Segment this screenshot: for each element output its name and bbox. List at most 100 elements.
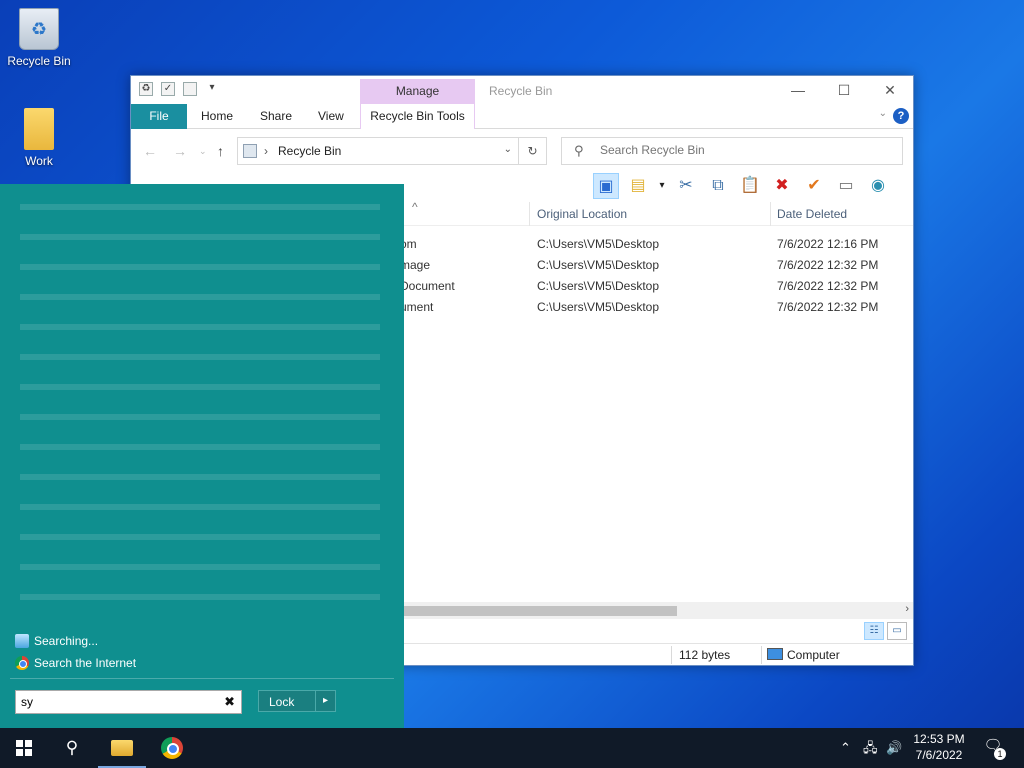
item-date: 7/6/2022 12:32 PM [777,300,879,314]
search-box[interactable]: ⚲ [561,137,903,165]
folder-icon [111,740,133,756]
item-date: 7/6/2022 12:32 PM [777,279,879,293]
search-icon: ⚲ [65,738,79,757]
check-icon[interactable]: ✔ [801,173,827,199]
start-menu: Searching... Search the Internet ✖ Lock … [0,184,404,728]
item-location: C:\Users\VM5\Desktop [537,300,660,314]
view-buttons: ☷ ▭ [864,622,907,640]
column-date-deleted[interactable]: Date Deleted [777,207,847,221]
lock-button[interactable]: Lock ▸ [258,690,336,712]
search-button[interactable]: ⚲ [48,728,96,768]
item-location: C:\Users\VM5\Desktop [537,237,660,251]
quick-access-toolbar: ♻ ✓ ▾ [139,82,219,96]
desktop-icon-label: Recycle Bin [7,54,71,68]
divider [10,678,394,679]
tab-home[interactable]: Home [201,104,233,129]
network-icon[interactable]: 🖧 [863,728,878,768]
help-icon[interactable]: ? [893,108,909,124]
title-bar: ♻ ✓ ▾ Manage Recycle Bin — ☐ ✕ [131,76,913,104]
start-search-box[interactable]: ✖ [15,690,242,714]
column-original-location[interactable]: Original Location [537,207,627,221]
searching-label: Searching... [34,634,99,648]
status-size: 112 bytes [679,648,731,662]
item-name: Document [400,279,455,293]
chevron-down-icon[interactable]: ⌄ [504,144,512,155]
recycle-bin-icon [19,8,59,50]
address-bar[interactable]: › Recycle Bin ⌄ [237,137,519,165]
paste-icon[interactable]: 📋 [737,173,763,199]
globe-icon[interactable]: ◉ [865,173,891,199]
volume-icon[interactable]: 🔊 [886,728,902,768]
taskbar: ⚲ ⌃ 🖧 🔊 12:53 PM 7/6/2022 🗨 1 [0,728,1024,768]
tab-file[interactable]: File [131,104,187,129]
chevron-right-icon[interactable]: ▸ [315,691,335,711]
clock-time: 12:53 PM [913,732,965,746]
sort-arrow-icon: ^ [412,200,418,214]
new-folder-icon[interactable] [183,82,197,96]
chevron-right-icon[interactable]: › [264,144,268,158]
chevron-up-icon[interactable]: ⌃ [840,728,851,768]
lock-label: Lock [269,695,295,709]
windows-logo-icon [16,740,32,756]
address-path[interactable]: Recycle Bin [278,144,341,158]
search-internet-item[interactable]: Search the Internet [15,656,136,670]
properties-icon[interactable]: ▭ [833,173,859,199]
details-view-icon[interactable]: ☷ [864,622,884,640]
status-zone: Computer [787,648,840,662]
close-button[interactable]: ✕ [867,76,913,104]
item-name: ument [400,300,434,314]
start-search-input[interactable] [21,695,216,709]
forward-arrow-icon[interactable]: → [173,143,187,159]
back-arrow-icon[interactable]: ← [143,143,157,159]
search-icon: ⚲ [574,143,584,158]
tab-view[interactable]: View [318,104,344,129]
item-date: 7/6/2022 12:16 PM [777,237,879,251]
chevron-down-icon[interactable]: ⌄ [879,108,887,119]
scrollbar-thumb[interactable] [401,606,677,616]
notification-center-button[interactable]: 🗨 1 [982,736,1006,760]
manage-contextual-tab[interactable]: Manage [360,79,475,104]
searching-icon [15,634,29,648]
item-name: mage [400,258,431,272]
tab-share[interactable]: Share [260,104,292,129]
maximize-button[interactable]: ☐ [821,76,867,104]
folder-options-icon[interactable]: ▤ [625,173,651,199]
item-location: C:\Users\VM5\Desktop [537,279,660,293]
minimize-button[interactable]: — [775,76,821,104]
clear-icon[interactable]: ✖ [224,694,235,710]
computer-icon [767,648,783,660]
clock[interactable]: 12:53 PM 7/6/2022 [904,731,974,763]
chrome-icon [15,656,29,670]
clock-date: 7/6/2022 [915,748,963,762]
ribbon-tabs: File Home Share View Recycle Bin Tools ⌄… [131,104,913,129]
search-internet-label: Search the Internet [34,656,137,670]
refresh-button[interactable]: ↻ [519,137,547,165]
recycle-bin-icon [243,144,257,158]
recent-locations-icon[interactable]: ⌄ [199,146,207,157]
notification-badge: 1 [994,748,1006,760]
large-icons-view-icon[interactable]: ▭ [887,622,907,640]
copy-icon[interactable]: ⧉ [705,173,731,199]
preview-pane-icon[interactable]: ▣ [593,173,619,199]
chevron-right-icon[interactable]: › [905,603,909,615]
taskbar-chrome[interactable] [148,728,196,768]
item-date: 7/6/2022 12:32 PM [777,258,879,272]
dropdown-arrow-icon[interactable]: ▾ [657,173,667,199]
start-button[interactable] [0,728,48,768]
up-arrow-icon[interactable]: ↑ [217,143,224,159]
address-row: ← → ⌄ ↑ › Recycle Bin ⌄ ↻ ⚲ [131,129,913,171]
cut-icon[interactable]: ✂ [673,173,699,199]
taskbar-file-explorer[interactable] [98,728,146,768]
window-title: Recycle Bin [489,84,553,98]
folder-icon [24,108,54,150]
desktop-icon-recycle-bin[interactable]: Recycle Bin [1,8,77,68]
delete-icon[interactable]: ✖ [769,173,795,199]
properties-icon[interactable]: ✓ [161,82,175,96]
desktop-icon-work-folder[interactable]: Work [1,108,77,168]
item-location: C:\Users\VM5\Desktop [537,258,660,272]
customize-dropdown-icon[interactable]: ▾ [205,82,219,96]
tab-recycle-bin-tools[interactable]: Recycle Bin Tools [360,104,475,129]
classic-toolbar: ▣ ▤ ▾ ✂ ⧉ 📋 ✖ ✔ ▭ ◉ [593,172,891,200]
search-input[interactable] [600,143,880,157]
desktop-icon-label: Work [25,154,53,168]
